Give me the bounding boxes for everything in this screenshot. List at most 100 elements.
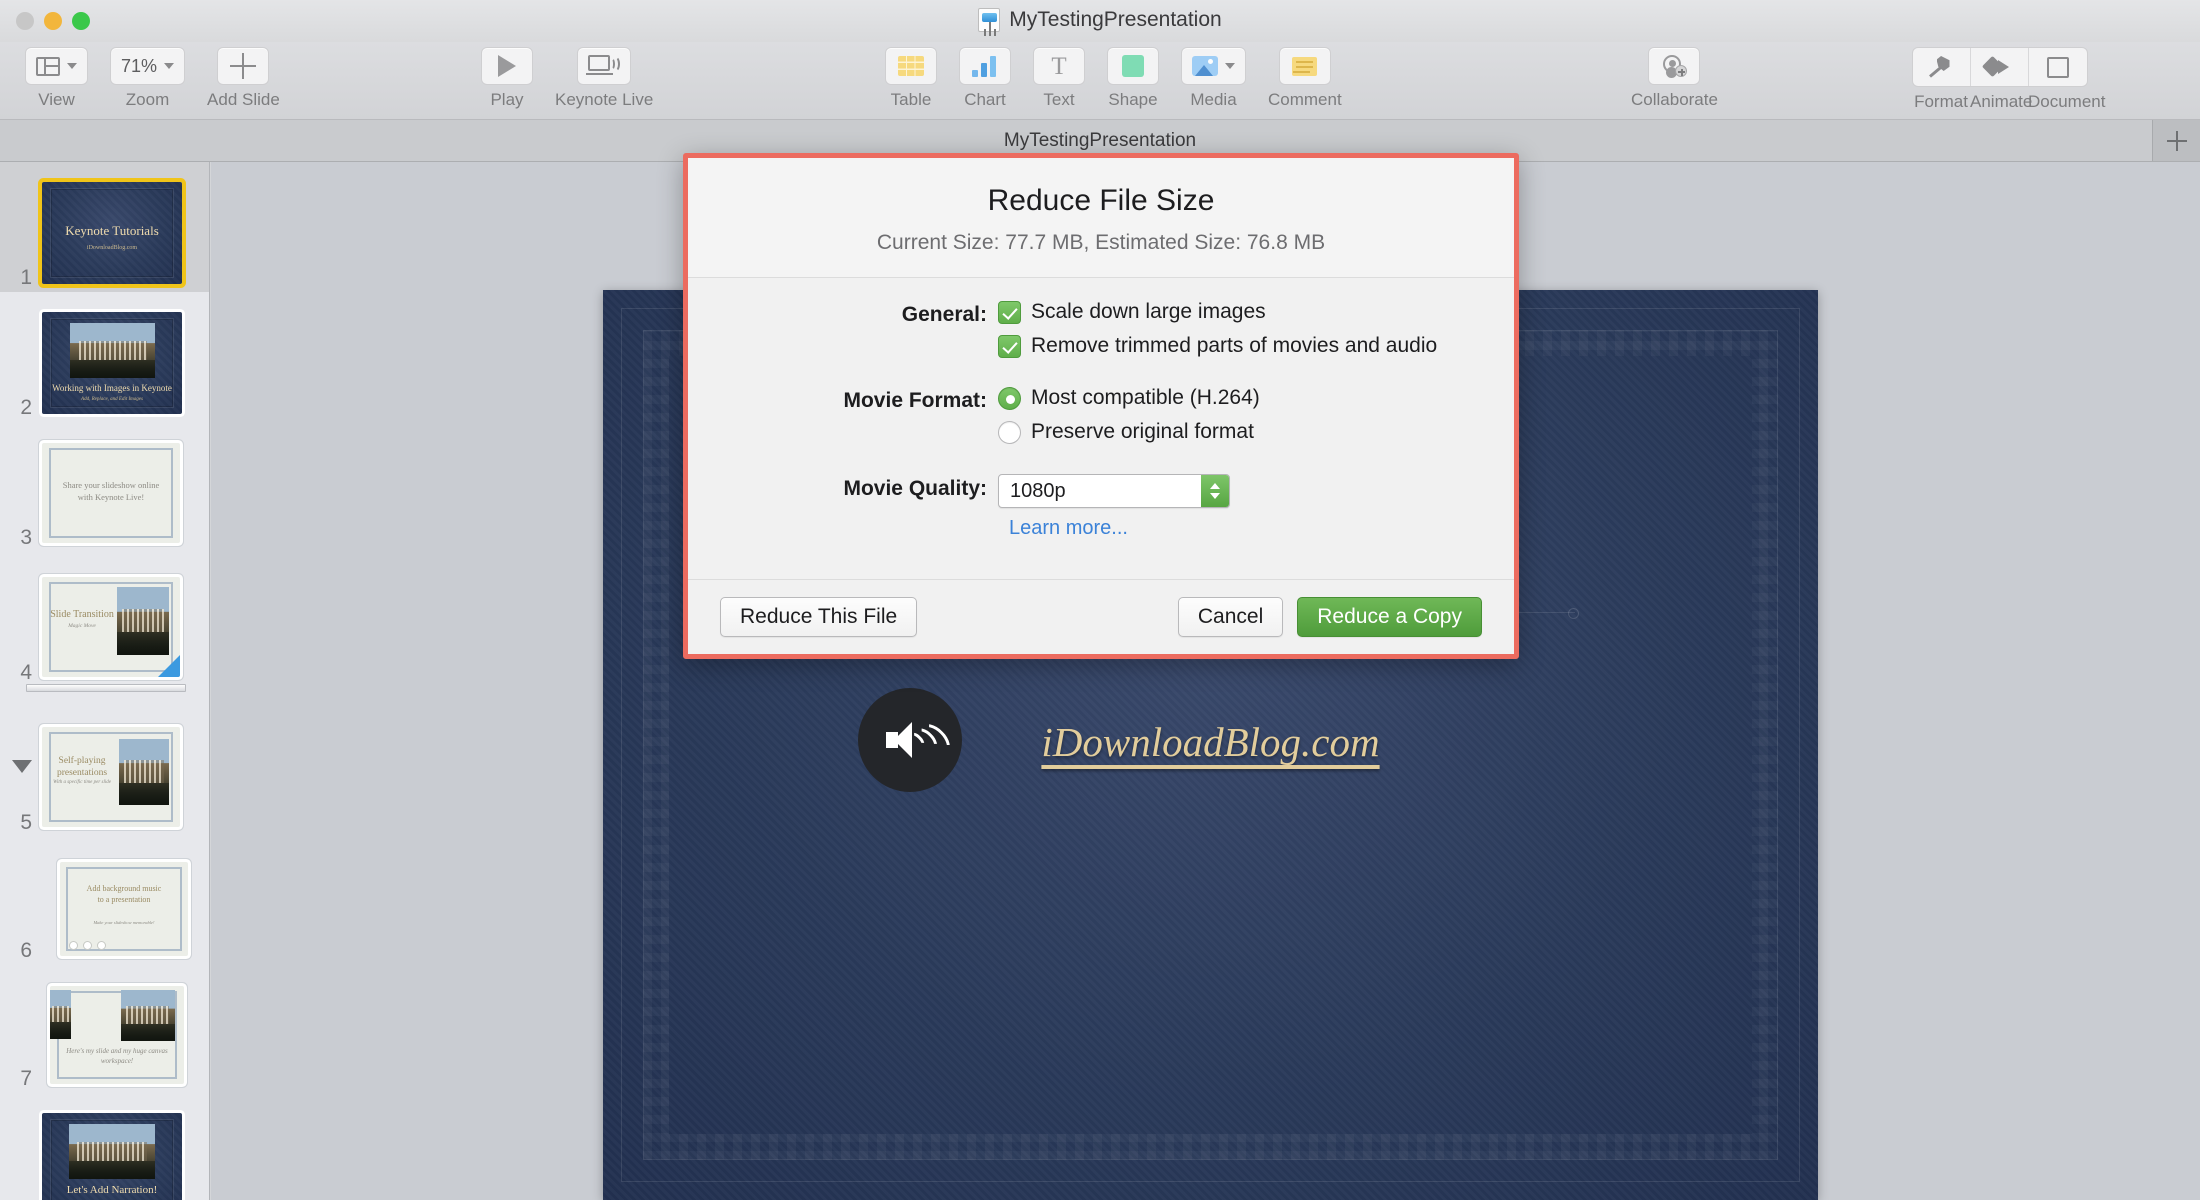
dialog-body: General: Scale down large images Remove …: [688, 278, 1514, 579]
most-compatible-option[interactable]: Most compatible (H.264): [998, 386, 1514, 410]
slide-number-2: 2: [20, 396, 32, 419]
plus-icon: [230, 53, 257, 79]
slide-2-title: Working with Images in Keynote: [52, 383, 172, 394]
document-tab-title[interactable]: MyTestingPresentation: [1004, 130, 1196, 152]
remove-trimmed-checkbox[interactable]: [998, 334, 1021, 358]
slide-6-subtitle: Make your slideshow memorable!: [93, 920, 155, 926]
table-button[interactable]: [885, 47, 937, 85]
slide-4-title: Slide Transition: [50, 609, 114, 620]
media-label: Media: [1190, 90, 1237, 109]
toolbar-item-shape[interactable]: Shape: [1107, 47, 1159, 110]
chart-label: Chart: [964, 90, 1006, 109]
zoom-label: Zoom: [125, 90, 170, 109]
text-button[interactable]: T: [1033, 47, 1085, 85]
movie-format-section: Movie Format: Most compatible (H.264) Pr…: [688, 386, 1514, 454]
slide-navigator-row-8[interactable]: 8 Let's Add Narration! You can easily re…: [0, 1093, 209, 1200]
slide-number-1: 1: [20, 266, 32, 289]
document-button[interactable]: [2029, 48, 2087, 86]
toolbar-item-keynote-live[interactable]: Keynote Live: [555, 47, 653, 110]
slide-navigator-row-2[interactable]: 2 Working with Images in Keynote Add, Re…: [0, 292, 209, 422]
scale-down-images-checkbox[interactable]: [998, 300, 1021, 324]
format-button[interactable]: [1913, 48, 1971, 86]
movie-format-label: Movie Format:: [843, 389, 987, 412]
view-button[interactable]: [25, 47, 88, 85]
slide-2-subtitle: Add, Replace, and Edit Images: [81, 396, 143, 402]
slide-5-photo: [119, 739, 169, 805]
add-slide-button[interactable]: [217, 47, 270, 85]
zoom-button[interactable]: 71%: [110, 47, 186, 85]
slide-3-title: Share your slideshow online with Keynote…: [62, 480, 160, 503]
toolbar-item-chart[interactable]: Chart: [959, 47, 1011, 110]
slide-thumbnail-4[interactable]: Slide Transition Magic Move: [42, 577, 180, 677]
text-icon: T: [1051, 52, 1067, 80]
scale-down-images-option[interactable]: Scale down large images: [998, 300, 1514, 324]
slide-thumbnail-5[interactable]: Self-playing presentations With a specif…: [42, 727, 180, 827]
toolbar-play-group: Play Keynote Live: [470, 47, 664, 110]
animate-button[interactable]: [1971, 48, 2029, 86]
window-title-container: MyTestingPresentation: [0, 8, 2200, 32]
toolbar-item-play[interactable]: Play: [481, 47, 533, 110]
slide-4-transition-badge: [158, 655, 180, 677]
slide-navigator-row-7[interactable]: 7 Here's my slide and my huge canvas wor…: [0, 965, 209, 1093]
table-label: Table: [890, 90, 932, 109]
reduce-a-copy-button[interactable]: Reduce a Copy: [1297, 597, 1482, 637]
toolbar-item-collaborate[interactable]: Collaborate: [1631, 47, 1718, 110]
preserve-original-radio[interactable]: [998, 420, 1021, 444]
toolbar-item-table[interactable]: Table: [885, 47, 937, 110]
slide-thumbnail-6[interactable]: Add background music to a presentation M…: [60, 862, 188, 956]
cancel-button[interactable]: Cancel: [1177, 597, 1284, 637]
dialog-subtitle: Current Size: 77.7 MB, Estimated Size: 7…: [876, 231, 1326, 254]
slide-6-title: Add background music to a presentation: [86, 883, 162, 904]
preserve-original-label: Preserve original format: [1031, 420, 1254, 443]
new-tab-button[interactable]: [2152, 120, 2200, 161]
window-title: MyTestingPresentation: [1009, 8, 1222, 31]
movie-quality-select[interactable]: 1080p: [998, 474, 1230, 508]
toolbar-item-text[interactable]: T Text: [1033, 47, 1085, 110]
reduce-this-file-button[interactable]: Reduce This File: [720, 597, 918, 637]
slide-number-3: 3: [20, 526, 32, 549]
chevron-down-icon: [67, 63, 77, 69]
toolbar-right-group: Format Animate Document: [1912, 47, 2105, 112]
slide-audio-badge[interactable]: [858, 688, 962, 792]
chart-icon: [972, 55, 998, 77]
slide-navigator-row-3[interactable]: 3 Share your slideshow online with Keyno…: [0, 422, 209, 552]
play-button[interactable]: [481, 47, 533, 85]
slide-navigator-row-4[interactable]: 4 Slide Transition Magic Move: [0, 552, 209, 687]
chart-button[interactable]: [959, 47, 1011, 85]
slide-1-subtitle: iDownloadBlog.com: [86, 245, 138, 252]
keynote-live-button[interactable]: [577, 47, 632, 85]
slide-thumbnail-8[interactable]: Let's Add Narration! You can easily reco…: [42, 1113, 182, 1200]
slide-navigator-row-6[interactable]: 6 Add background music to a presentation…: [0, 837, 209, 965]
preserve-original-option[interactable]: Preserve original format: [998, 420, 1514, 444]
slide-navigator-row-1[interactable]: 1 Keynote Tutorials iDownloadBlog.com: [0, 162, 209, 292]
view-layout-icon: [36, 56, 60, 76]
slide-5-subtitle: With a specific time per slide: [53, 780, 111, 785]
inspector-segment-labels: Format Animate Document: [1912, 87, 2105, 112]
slide-thumbnail-3[interactable]: Share your slideshow online with Keynote…: [42, 443, 180, 543]
remove-trimmed-option[interactable]: Remove trimmed parts of movies and audio: [998, 334, 1514, 358]
collaborate-button[interactable]: [1648, 47, 1701, 85]
reduce-file-size-dialog[interactable]: Reduce File Size Current Size: 77.7 MB, …: [683, 153, 1519, 659]
learn-more-link[interactable]: Learn more...: [1009, 517, 1514, 540]
slide-url-text[interactable]: iDownloadBlog.com: [603, 718, 1818, 766]
slide-group-disclosure-triangle[interactable]: [12, 760, 32, 773]
toolbar-item-view[interactable]: View: [25, 47, 88, 110]
toolbar-item-add-slide[interactable]: Add Slide: [207, 47, 280, 110]
shape-button[interactable]: [1107, 47, 1159, 85]
most-compatible-radio[interactable]: [998, 386, 1021, 410]
slide-7-photo-right: [121, 989, 175, 1041]
slide-navigator[interactable]: 1 Keynote Tutorials iDownloadBlog.com 2 …: [0, 162, 210, 1200]
toolbar-item-media[interactable]: Media: [1181, 47, 1246, 110]
slide-thumbnail-7[interactable]: Here's my slide and my huge canvas works…: [50, 986, 184, 1084]
slide-thumbnail-2[interactable]: Working with Images in Keynote Add, Repl…: [42, 312, 182, 414]
comment-button[interactable]: [1278, 47, 1331, 85]
slide-1-title: Keynote Tutorials: [65, 222, 159, 238]
most-compatible-label: Most compatible (H.264): [1031, 386, 1260, 409]
slide-thumbnail-1[interactable]: Keynote Tutorials iDownloadBlog.com: [42, 182, 182, 284]
slide-number-5: 5: [20, 811, 32, 834]
comment-label: Comment: [1268, 90, 1342, 109]
toolbar-item-comment[interactable]: Comment: [1268, 47, 1342, 110]
stepper-arrows-icon[interactable]: [1201, 475, 1229, 507]
media-button[interactable]: [1181, 47, 1246, 85]
toolbar-item-zoom[interactable]: 71% Zoom: [110, 47, 186, 110]
